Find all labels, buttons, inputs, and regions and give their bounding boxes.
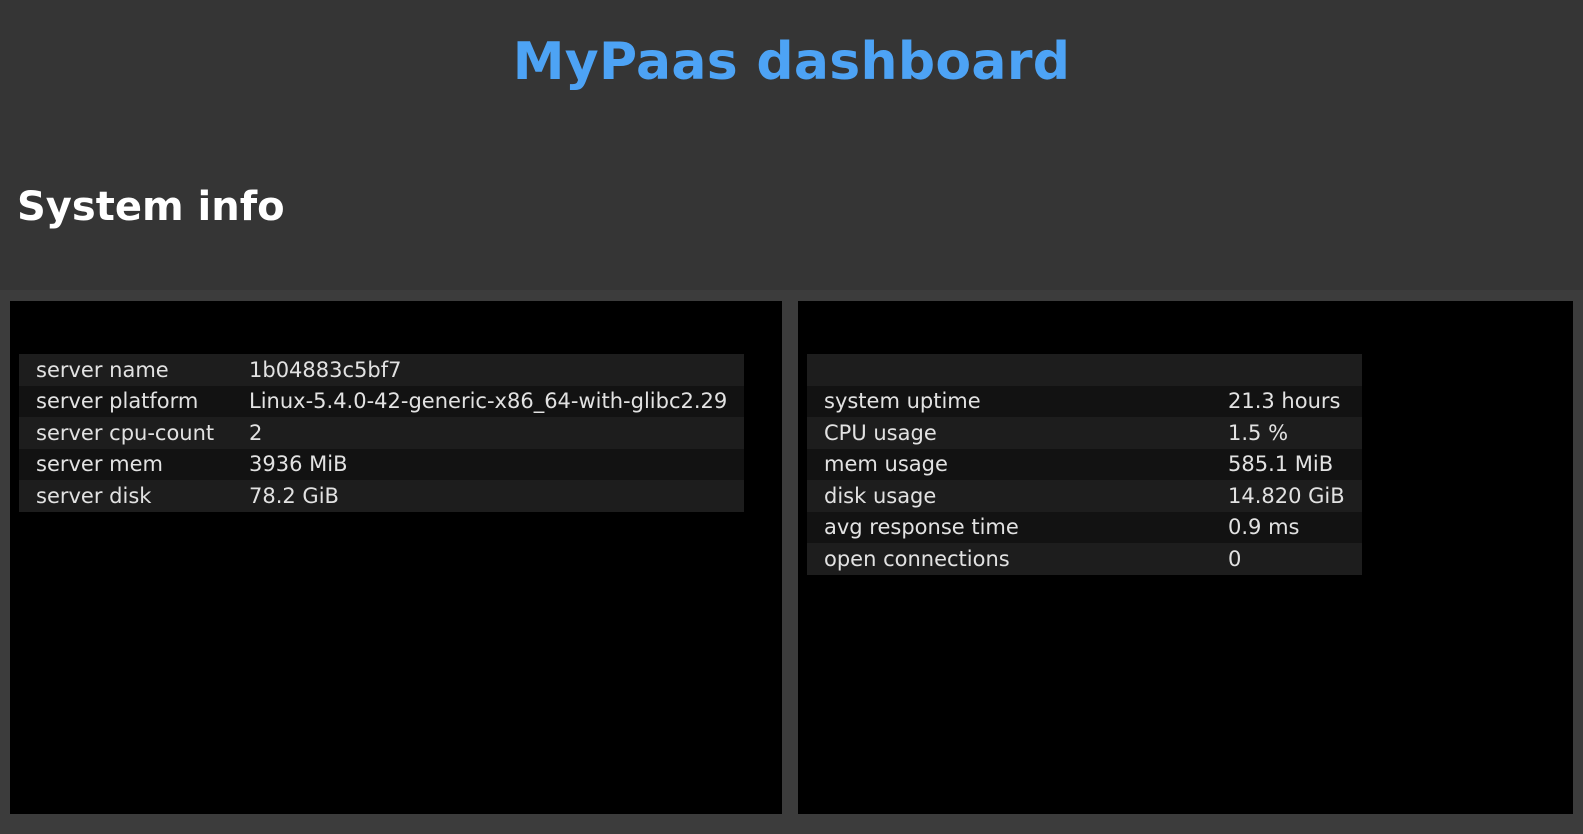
row-value: 78.2 GiB [232,480,745,512]
row-value: 3936 MiB [232,448,745,480]
row-key: disk usage [807,480,1211,512]
row-key: open connections [807,543,1211,575]
row-key: server cpu-count [19,417,232,449]
table-row: server disk 78.2 GiB [19,480,745,512]
row-value: 585.1 MiB [1211,448,1362,480]
section-title: System info [17,184,285,230]
table-row-empty [807,354,1362,386]
table-row: CPU usage 1.5 % [807,417,1362,449]
row-value: 21.3 hours [1211,385,1362,417]
server-info-table: server name 1b04883c5bf7 server platform… [19,354,745,512]
row-value: Linux-5.4.0-42-generic-x86_64-with-glibc… [232,385,745,417]
table-row: server mem 3936 MiB [19,448,745,480]
server-info-panel: server name 1b04883c5bf7 server platform… [10,301,782,814]
system-stats-panel: system uptime 21.3 hours CPU usage 1.5 %… [798,301,1573,814]
row-key: mem usage [807,448,1211,480]
row-value: 0 [1211,543,1362,575]
page-header: MyPaas dashboard System info [0,0,1583,290]
table-row: system uptime 21.3 hours [807,385,1362,417]
table-row: server cpu-count 2 [19,417,745,449]
row-key: server platform [19,385,232,417]
table-row: server platform Linux-5.4.0-42-generic-x… [19,385,745,417]
row-key: avg response time [807,511,1211,543]
table-row: disk usage 14.820 GiB [807,480,1362,512]
row-key: server disk [19,480,232,512]
row-value: 2 [232,417,745,449]
panels-container: server name 1b04883c5bf7 server platform… [0,290,1583,834]
app-title: MyPaas dashboard [512,32,1071,92]
row-key: system uptime [807,385,1211,417]
table-row: server name 1b04883c5bf7 [19,354,745,386]
table-row: open connections 0 [807,543,1362,575]
row-value: 1.5 % [1211,417,1362,449]
row-key: server mem [19,448,232,480]
row-key: CPU usage [807,417,1211,449]
row-key: server name [19,354,232,386]
system-stats-table: system uptime 21.3 hours CPU usage 1.5 %… [807,354,1362,575]
row-value: 0.9 ms [1211,511,1362,543]
table-row: mem usage 585.1 MiB [807,448,1362,480]
row-value: 1b04883c5bf7 [232,354,745,386]
table-row: avg response time 0.9 ms [807,511,1362,543]
row-value: 14.820 GiB [1211,480,1362,512]
